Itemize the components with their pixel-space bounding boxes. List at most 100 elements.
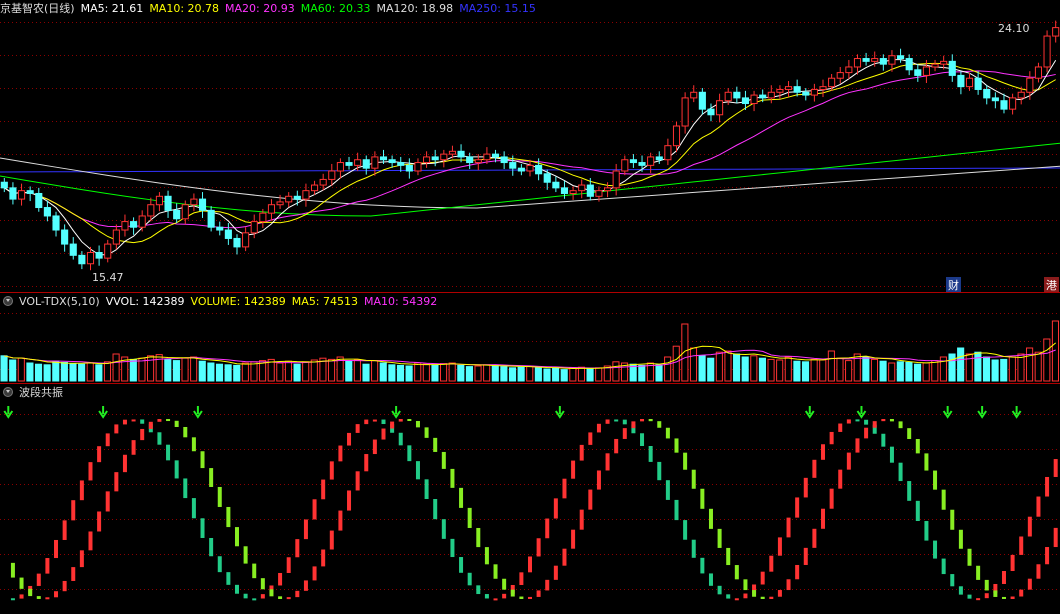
wave-slow-bar (424, 427, 429, 438)
wave-slow-bar (166, 419, 171, 422)
candle-body (216, 226, 224, 231)
candle-body (130, 221, 138, 228)
wave-fast-bar (467, 572, 472, 586)
volume-bar (422, 363, 430, 382)
wave-slow-bar (459, 487, 464, 508)
volume-bar (129, 358, 137, 382)
wave-fast-bar (571, 460, 576, 479)
wave-fast-bar (450, 538, 455, 558)
volume-bar (982, 356, 991, 382)
wave-slow-bar (872, 421, 877, 428)
wave-slow-bar (596, 470, 601, 490)
volume-bar (17, 357, 25, 382)
price-panel[interactable]: 京基智农(日线) MA5: 21.61 MA10: 20.78 MA20: 20… (0, 0, 1060, 293)
volume-bar (500, 366, 508, 382)
finance-badge[interactable]: 财 (946, 277, 961, 293)
wave-resonance-chart[interactable] (0, 384, 1060, 614)
wave-fast-bar (898, 462, 903, 482)
candle-body (897, 55, 905, 60)
wave-fast-bar (907, 481, 912, 501)
volume-bar (672, 345, 680, 382)
collapse-icon-2[interactable] (3, 387, 13, 397)
wave-panel[interactable]: 波段共振 (0, 384, 1060, 614)
wave-slow-bar (200, 451, 205, 469)
wave-slow-bar (786, 579, 791, 591)
wave-fast-bar (200, 518, 205, 538)
volume-bar (190, 356, 198, 382)
wave-slow-bar (1053, 527, 1058, 548)
wave-slow-bar (571, 529, 576, 549)
wave-fast-bar (286, 557, 291, 573)
down-arrow-icon (193, 406, 203, 419)
wave-fast-bar (726, 594, 731, 599)
candle-body (35, 192, 43, 209)
wave-slow-bar (933, 470, 938, 490)
volume-bar (1034, 351, 1042, 382)
volume-bar (103, 361, 112, 382)
wave-slow-bar (140, 428, 145, 441)
candlestick-chart[interactable] (0, 0, 1060, 292)
wave-fast-bar (536, 538, 541, 557)
collapse-icon[interactable] (3, 296, 13, 306)
wave-fast-bar (312, 499, 317, 520)
volume-bar (750, 355, 758, 382)
volume-bar (0, 355, 8, 382)
volume-bar (819, 359, 827, 382)
wave-fast-bar (347, 432, 352, 446)
candle-body (1052, 27, 1060, 37)
wave-fast-bar (760, 571, 765, 585)
wave-fast-bar (958, 586, 963, 595)
candle-body (629, 159, 637, 164)
wave-slow-bar (226, 506, 231, 528)
volume-bar (758, 357, 766, 382)
candle-body (569, 190, 577, 194)
candle-body (164, 195, 172, 211)
wave-fast-bar (1027, 516, 1032, 537)
wave-slow-bar (329, 530, 334, 550)
wave-fast-bar (967, 594, 972, 599)
candle-body (922, 66, 930, 76)
volume-bar (707, 357, 715, 382)
wave-fast-bar (54, 539, 59, 559)
wave-slow-bar (338, 510, 343, 531)
candle-body (379, 156, 388, 161)
volume-bar (198, 360, 206, 382)
candle-body (440, 153, 448, 161)
wave-slow-bar (157, 419, 162, 422)
candle-body (242, 232, 250, 248)
wave-fast-bar (1001, 571, 1006, 584)
volume-bar (577, 366, 586, 382)
volume-panel[interactable]: VOL-TDX(5,10) VVOL: 142389 VOLUME: 14238… (0, 293, 1060, 383)
wave-slow-bar (1027, 578, 1032, 590)
stock-title: 京基智农(日线) (0, 2, 75, 15)
wave-slow-bar (864, 427, 869, 439)
wave-fast-bar (984, 593, 989, 599)
candle-body (862, 58, 870, 62)
wave-fast-bar (209, 537, 214, 557)
down-arrow-icon (1011, 406, 1022, 419)
candle-body (828, 77, 836, 88)
wave-slow-bar (760, 596, 765, 599)
wave-slow-bar (691, 469, 696, 489)
wave-fast-bar (105, 433, 110, 447)
wave-slow-bar (105, 491, 110, 512)
wave-slow-bar (303, 580, 308, 591)
wave-slow-bar (984, 579, 989, 591)
wave-fast-bar (708, 573, 713, 586)
volume-bar (534, 367, 542, 382)
wave-slow-bar (131, 440, 136, 455)
wave-fast-bar (441, 519, 446, 539)
wave-slow-bar (622, 428, 627, 439)
wave-slow-bar (941, 489, 946, 510)
hk-badge[interactable]: 港 (1044, 277, 1059, 293)
wave-fast-bar (364, 419, 369, 425)
wave-fast-bar (579, 444, 584, 461)
volume-bar (233, 364, 241, 382)
volume-bar (698, 355, 706, 382)
wave-fast-bar (36, 573, 41, 586)
wave-slow-bar (54, 591, 59, 598)
down-arrow-icon (391, 406, 401, 419)
wave-fast-bar (502, 593, 507, 599)
candle-body (509, 162, 517, 169)
volume-bar (612, 361, 620, 382)
